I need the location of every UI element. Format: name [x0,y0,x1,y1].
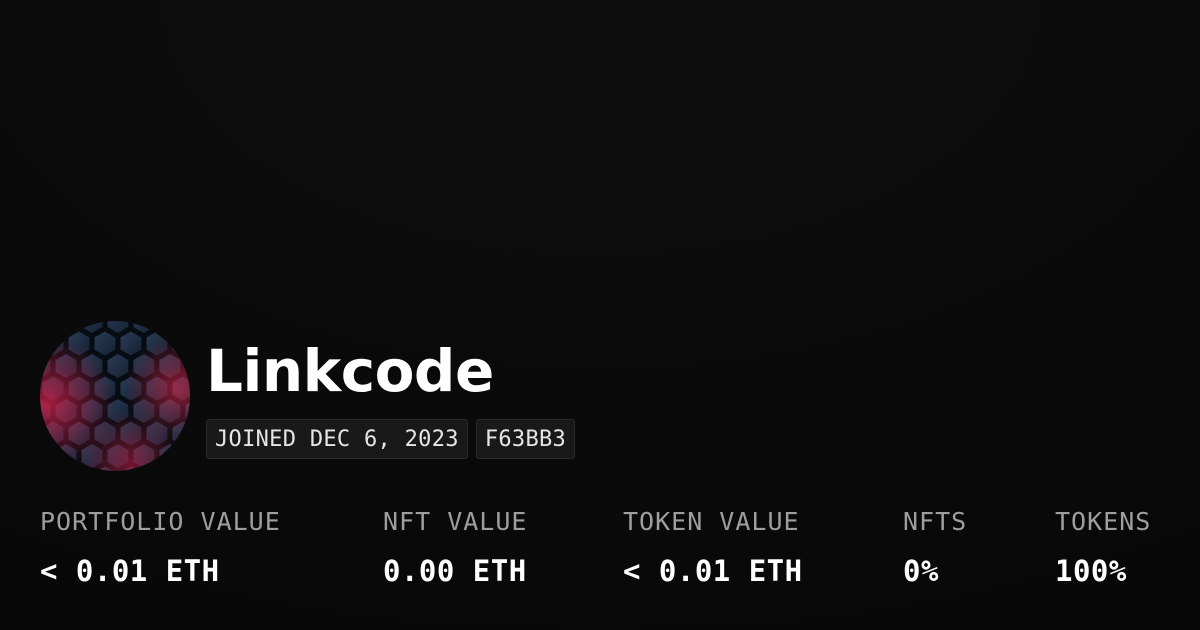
avatar-hexagon [170,463,190,471]
avatar-hexagon [182,321,190,333]
stat-nft-value: NFT VALUE 0.00 ETH [383,506,527,588]
stat-label: NFT VALUE [383,507,528,536]
stat-nfts-share: NFTS 0% [903,506,967,588]
address-code-badge: F63BB3 [475,419,576,459]
stat-label: PORTFOLIO VALUE [40,507,281,536]
avatar-hexagon [156,321,183,336]
profile-name: Linkcode [206,337,494,405]
avatar-hexagon [40,463,66,471]
avatar [40,321,190,471]
stat-value: 0.00 ETH [383,554,527,588]
profile-tags: JOINED DEC 6, 2023 F63BB3 [206,419,576,459]
joined-date-badge: JOINED DEC 6, 2023 [206,419,468,459]
stat-label: TOKEN VALUE [623,507,800,536]
stat-value: < 0.01 ETH [623,554,803,588]
profile-card: Linkcode JOINED DEC 6, 2023 F63BB3 PORTF… [0,0,1200,630]
avatar-hexagon [182,444,190,468]
stat-portfolio-value: PORTFOLIO VALUE < 0.01 ETH [40,506,281,588]
stat-token-value: TOKEN VALUE < 0.01 ETH [623,506,803,588]
avatar-hexagon [144,463,170,471]
avatar-hexagon-image [40,321,190,471]
stat-label: TOKENS [1055,507,1152,536]
stat-value: 100% [1055,554,1127,588]
stat-value: 0% [903,554,939,588]
avatar-hexagon [40,321,53,336]
stat-label: NFTS [903,507,968,536]
stat-value: < 0.01 ETH [40,554,220,588]
avatar-hexagon [40,441,53,471]
stat-tokens-share: TOKENS 100% [1055,506,1151,588]
